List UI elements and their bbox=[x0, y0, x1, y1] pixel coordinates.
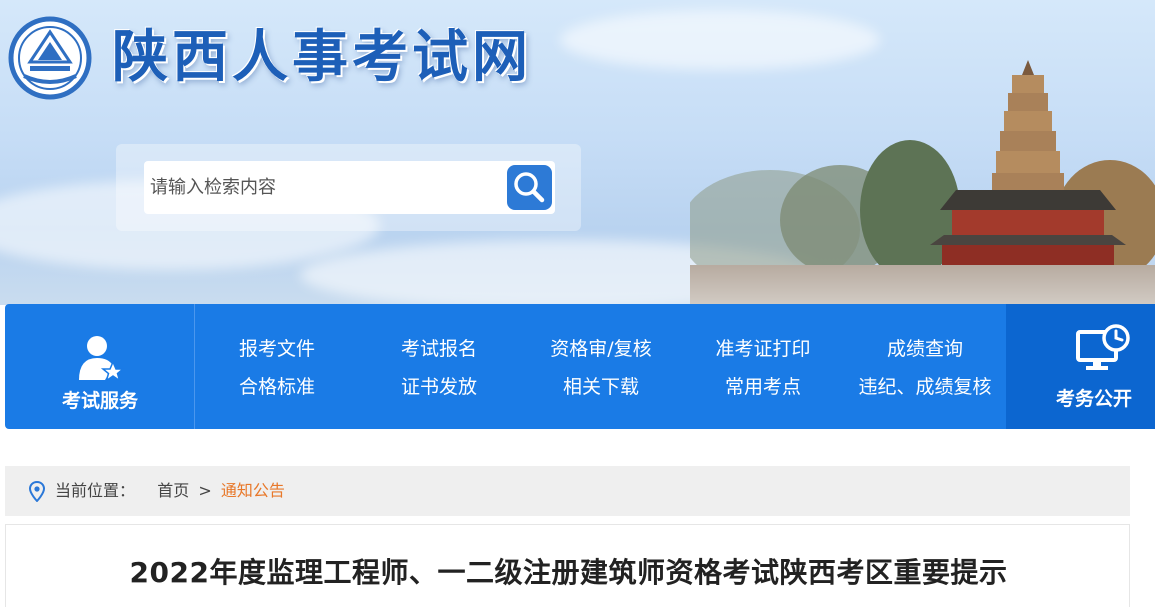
nav-link-application-docs[interactable]: 报考文件 bbox=[196, 330, 358, 368]
nav-link-admission-ticket[interactable]: 准考证打印 bbox=[682, 330, 844, 368]
exam-service-tab[interactable]: 考试服务 bbox=[5, 304, 195, 429]
exam-affairs-label: 考务公开 bbox=[1056, 388, 1133, 410]
breadcrumb-separator: > bbox=[198, 481, 212, 500]
nav-link-exam-registration[interactable]: 考试报名 bbox=[358, 330, 520, 368]
pagoda-scenery-image bbox=[690, 60, 1155, 305]
shaanxi-emblem-icon[interactable] bbox=[8, 16, 92, 100]
header-banner: 陕西人事考试网 bbox=[0, 0, 1155, 305]
nav-link-exam-sites[interactable]: 常用考点 bbox=[682, 368, 844, 406]
nav-link-qualification-review[interactable]: 资格审/复核 bbox=[520, 330, 682, 368]
article-title: 2022年度监理工程师、一二级注册建筑师资格考试陕西考区重要提示 bbox=[129, 556, 1008, 589]
main-nav: 考试服务 报考文件 考试报名 资格审/复核 准考证打印 成绩查询 合格标准 证书… bbox=[5, 304, 1155, 429]
breadcrumb: 当前位置： 首页 > 通知公告 bbox=[5, 466, 1130, 516]
exam-service-label: 考试服务 bbox=[61, 390, 138, 412]
breadcrumb-path: 当前位置： 首页 > 通知公告 bbox=[55, 466, 285, 516]
nav-link-certificate-issue[interactable]: 证书发放 bbox=[358, 368, 520, 406]
nav-link-downloads[interactable]: 相关下载 bbox=[520, 368, 682, 406]
exam-affairs-tab[interactable]: 考务公开 bbox=[1006, 304, 1155, 429]
nav-links: 报考文件 考试报名 资格审/复核 准考证打印 成绩查询 合格标准 证书发放 相关… bbox=[196, 330, 1006, 410]
breadcrumb-current[interactable]: 通知公告 bbox=[221, 481, 285, 500]
search-button[interactable] bbox=[507, 165, 552, 210]
nav-link-score-query[interactable]: 成绩查询 bbox=[844, 330, 1006, 368]
article-panel: 2022年度监理工程师、一二级注册建筑师资格考试陕西考区重要提示 bbox=[5, 524, 1130, 607]
breadcrumb-home-link[interactable]: 首页 bbox=[157, 481, 189, 500]
breadcrumb-prefix: 当前位置： bbox=[55, 481, 136, 500]
nav-link-violation-score-review[interactable]: 违纪、成绩复核 bbox=[844, 368, 1006, 406]
location-pin-icon bbox=[29, 481, 45, 502]
search-input[interactable] bbox=[144, 161, 494, 214]
monitor-clock-icon bbox=[1076, 324, 1130, 370]
person-star-icon bbox=[79, 336, 125, 383]
nav-link-passing-standard[interactable]: 合格标准 bbox=[196, 368, 358, 406]
search-box bbox=[144, 161, 555, 214]
site-title[interactable]: 陕西人事考试网 bbox=[112, 18, 532, 98]
search-icon bbox=[514, 172, 545, 203]
